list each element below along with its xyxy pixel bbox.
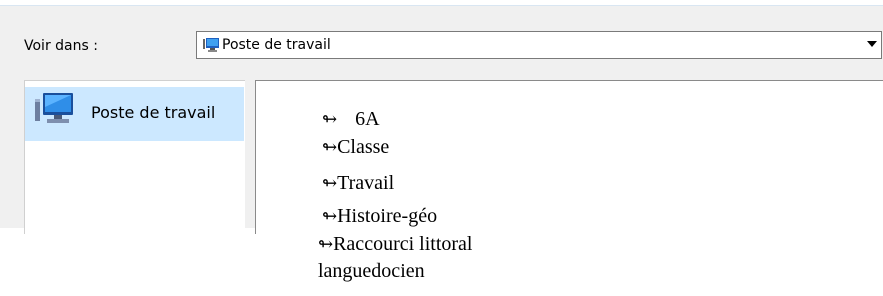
open-dialog: Voir dans : Poste de travail Poste de tr… [0,6,883,234]
computer-icon [35,93,73,123]
list-item-label: Histoire-géo [337,205,438,227]
list-item-6a[interactable]: ↬ 6A [322,107,380,131]
list-item-label: Classe [337,136,390,158]
chevron-down-icon[interactable] [867,41,877,47]
list-item-histoire-geo[interactable]: ↬Histoire-géo [322,204,437,228]
shortcut-label: Raccourci littoral languedocien [318,233,473,282]
file-list[interactable]: ↬ 6A ↬Classe ↬Travail ↬Histoire-géo [255,80,883,234]
look-in-value: Poste de travail [222,37,331,53]
look-in-combobox[interactable]: Poste de travail [196,31,882,59]
shortcut-arrow-icon: ↬ [322,206,338,226]
shortcut-arrow-icon: ↬ [318,234,334,254]
shortcut-item-raccourci[interactable]: ↬Raccourci littoral languedocien [318,231,578,285]
shortcut-arrow-icon: ↬ [322,109,338,129]
list-item-classe[interactable]: ↬Classe [322,135,389,159]
look-in-label: Voir dans : [24,38,98,54]
shortcut-arrow-icon: ↬ [322,173,338,193]
places-item-computer[interactable]: Poste de travail [25,87,244,141]
places-item-label: Poste de travail [91,103,216,122]
list-item-label: 6A [355,108,380,130]
list-item-travail[interactable]: ↬Travail [322,171,394,195]
list-item-label: Travail [337,172,395,194]
places-bar: Poste de travail [24,80,245,234]
computer-icon [203,38,219,52]
shortcut-arrow-icon: ↬ [322,137,338,157]
